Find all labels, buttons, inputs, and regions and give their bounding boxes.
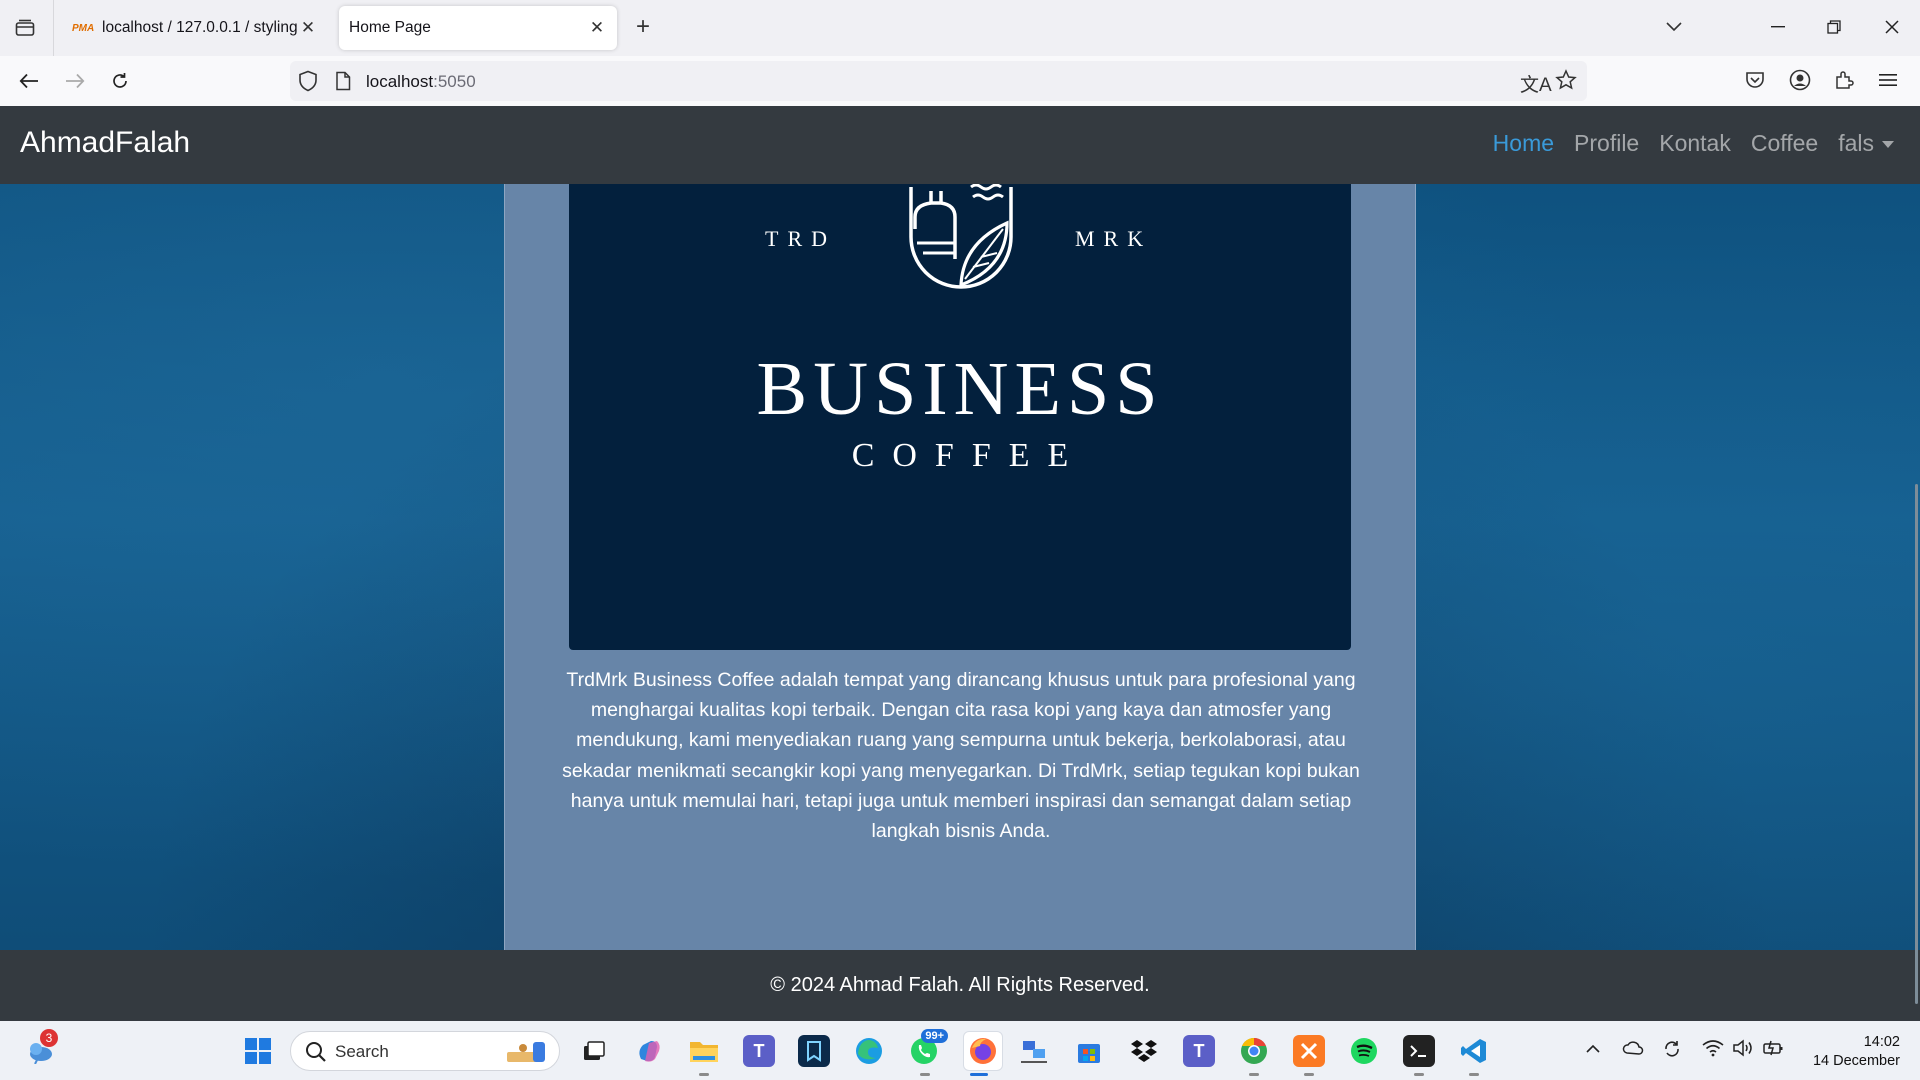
site-nav-links: Home Profile Kontak Coffee fals: [1493, 130, 1894, 157]
windows-start-icon[interactable]: [242, 1035, 274, 1067]
tab-title: localhost / 127.0.0.1 / styling / t: [102, 19, 298, 36]
nav-coffee-link[interactable]: Coffee: [1751, 130, 1818, 157]
new-tab-icon[interactable]: +: [629, 14, 657, 42]
taskbar-clock[interactable]: 14:02 14 December: [1813, 1033, 1900, 1071]
weather-notification-badge: 3: [40, 1029, 58, 1047]
site-brand[interactable]: AhmadFalah: [20, 126, 190, 160]
search-placeholder: Search: [335, 1042, 389, 1061]
close-tab-icon[interactable]: ✕: [587, 18, 607, 38]
shield-icon[interactable]: [298, 70, 318, 97]
menu-hamburger-icon[interactable]: [1873, 65, 1903, 95]
running-indicator: [1249, 1073, 1259, 1076]
logo-mrk-text: MRK: [1075, 226, 1153, 251]
firefox-icon[interactable]: [963, 1031, 1003, 1071]
minimize-icon[interactable]: [1758, 12, 1798, 42]
coffee-card: TRD MRK BUSINESS COFFEE TrdMrk Business …: [504, 146, 1416, 995]
whatsapp-unread-badge: 99+: [921, 1029, 948, 1043]
microsoft-store-icon[interactable]: [1073, 1035, 1105, 1067]
card-description: TrdMrk Business Coffee adalah tempat yan…: [562, 669, 1360, 843]
clock-date: 14 December: [1812, 1053, 1900, 1069]
nav-kontak-link[interactable]: Kontak: [1659, 130, 1731, 157]
tab-phpmyadmin[interactable]: PMA localhost / 127.0.0.1 / styling / t …: [62, 6, 328, 50]
chrome-icon[interactable]: [1238, 1035, 1270, 1067]
list-all-tabs-icon[interactable]: [1654, 12, 1694, 42]
running-indicator: [1414, 1073, 1424, 1076]
tab-title: Home Page: [349, 19, 431, 36]
reload-icon[interactable]: [105, 66, 135, 96]
search-highlight-icon: [503, 1038, 553, 1071]
close-tab-icon[interactable]: ✕: [298, 18, 318, 38]
spotify-icon[interactable]: [1348, 1035, 1380, 1067]
task-view-icon[interactable]: [578, 1035, 610, 1067]
running-indicator: [1469, 1073, 1479, 1076]
site-navbar: AhmadFalah Home Profile Kontak Coffee fa…: [0, 106, 1920, 184]
taskbar: 3 Search T 99+ T 14:02 14 December: [0, 1020, 1920, 1080]
cyberduck-icon[interactable]: [798, 1035, 830, 1067]
url-bar[interactable]: localhost:5050 文A: [290, 61, 1587, 101]
xampp-icon[interactable]: [1293, 1035, 1325, 1067]
terminal-icon[interactable]: [1403, 1035, 1435, 1067]
translate-icon[interactable]: 文A: [1520, 70, 1552, 97]
vscode-icon[interactable]: [1458, 1035, 1490, 1067]
user-dropdown-toggle[interactable]: fals: [1838, 130, 1894, 157]
onedrive-sync-icon[interactable]: [1622, 1039, 1644, 1061]
active-app-indicator: [970, 1073, 988, 1076]
url-text[interactable]: localhost:5050: [366, 72, 476, 92]
dropdown-caret-icon: [1882, 141, 1894, 149]
battery-icon[interactable]: [1762, 1039, 1784, 1061]
copilot-icon[interactable]: [633, 1035, 665, 1067]
business-coffee-logo-image: TRD MRK BUSINESS COFFEE: [569, 177, 1351, 650]
dropbox-icon[interactable]: [1128, 1035, 1160, 1067]
running-indicator: [699, 1073, 709, 1076]
extensions-icon[interactable]: [1829, 65, 1859, 95]
page-scrollbar[interactable]: [1915, 484, 1918, 1004]
logo-trd-text: TRD: [765, 226, 836, 251]
teams-icon[interactable]: T: [743, 1035, 775, 1067]
account-icon[interactable]: [1785, 65, 1815, 95]
show-hidden-icons-chevron-icon[interactable]: [1586, 1041, 1600, 1058]
back-arrow-icon[interactable]: [14, 66, 44, 96]
web-page: AhmadFalah Home Profile Kontak Coffee fa…: [0, 106, 1920, 1021]
page-info-icon[interactable]: [335, 71, 351, 96]
phpmyadmin-favicon-icon: PMA: [72, 22, 95, 34]
coffee-emblem-icon: [909, 183, 1013, 289]
file-explorer-icon[interactable]: [688, 1035, 720, 1067]
edge-icon[interactable]: [853, 1035, 885, 1067]
nav-home-link[interactable]: Home: [1493, 130, 1554, 157]
logo-business-text: BUSINESS: [756, 347, 1164, 431]
taskbar-search-box[interactable]: Search: [290, 1031, 560, 1071]
tab-separator: [53, 0, 54, 56]
running-indicator: [920, 1073, 930, 1076]
nav-profile-link[interactable]: Profile: [1574, 130, 1639, 157]
search-icon: [305, 1041, 327, 1068]
pocket-icon[interactable]: [1740, 65, 1770, 95]
teams-work-icon[interactable]: T: [1183, 1035, 1215, 1067]
tab-list-icon[interactable]: [10, 14, 40, 42]
url-host: localhost: [366, 72, 434, 91]
forward-arrow-icon[interactable]: [60, 66, 90, 96]
browser-tab-strip: PMA localhost / 127.0.0.1 / styling / t …: [0, 0, 1920, 56]
close-window-icon[interactable]: [1872, 12, 1912, 42]
bookmark-star-icon[interactable]: [1555, 69, 1577, 96]
site-footer: © 2024 Ahmad Falah. All Rights Reserved.: [0, 950, 1920, 1021]
user-dropdown-label: fals: [1838, 130, 1874, 156]
tab-home-page[interactable]: Home Page ✕: [339, 6, 617, 50]
url-port: :5050: [433, 72, 476, 91]
network-tool-icon[interactable]: [1018, 1035, 1050, 1067]
running-indicator: [1304, 1073, 1314, 1076]
whatsapp-icon[interactable]: 99+: [908, 1029, 948, 1067]
restore-icon[interactable]: [1814, 12, 1854, 42]
clock-time: 14:02: [1863, 1034, 1900, 1050]
wifi-icon[interactable]: [1702, 1039, 1724, 1061]
sync-icon[interactable]: [1662, 1039, 1682, 1063]
logo-coffee-text: COFFEE: [851, 437, 1087, 474]
volume-icon[interactable]: [1732, 1039, 1754, 1061]
